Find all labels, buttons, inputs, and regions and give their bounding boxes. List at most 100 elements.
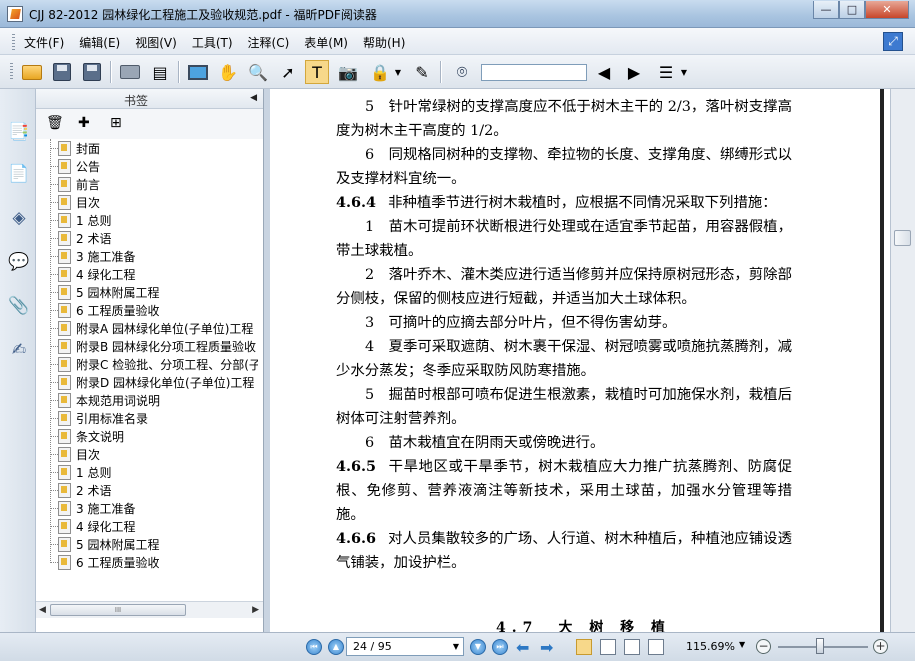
find-next-icon[interactable]: ▶ [622, 60, 646, 84]
go-back-icon[interactable]: ⬅ [516, 638, 529, 657]
toolbar-grip [10, 63, 13, 81]
bookmark-label: 封面 [76, 141, 101, 156]
bookmark-item[interactable]: 3 施工准备 [36, 499, 258, 517]
delete-bookmark-icon[interactable]: 🗑 [46, 115, 64, 131]
text-select-icon[interactable]: T [305, 60, 329, 84]
comments-tab-icon[interactable]: 💬 [8, 251, 30, 273]
go-forward-icon[interactable]: ➡ [540, 638, 553, 657]
bookmark-tree: 封面 公告 前言 目次 1 总则 2 术语 3 施工准备 4 绿化工程 5 园林附属工程 6 工程… [36, 139, 258, 601]
toolbar-separator [440, 61, 441, 83]
panel-horizontal-scrollbar[interactable]: ◀ III ▶ [36, 601, 263, 618]
last-page-icon[interactable]: ⏭ [492, 639, 508, 655]
restore-layout-icon[interactable]: ⤢ [883, 32, 903, 51]
bookmark-item[interactable]: 4 绿化工程 [36, 517, 258, 535]
bookmark-item[interactable]: 2 术语 [36, 481, 258, 499]
vertical-scroll-thumb[interactable] [894, 230, 911, 246]
find-settings-icon[interactable]: ☰ [654, 60, 678, 84]
menu-comment[interactable]: 注释(C) [248, 34, 290, 51]
bookmark-item[interactable]: 附录B 园林绿化分项工程质量验收 [36, 337, 258, 355]
first-page-icon[interactable]: ⏮ [306, 639, 322, 655]
menu-form[interactable]: 表单(M) [304, 34, 348, 51]
bookmark-item[interactable]: 附录C 检验批、分项工程、分部(子 [36, 355, 258, 373]
bookmark-item[interactable]: 3 施工准备 [36, 247, 258, 265]
bookmark-item[interactable]: 附录D 园林绿化单位(子单位)工程 [36, 373, 258, 391]
add-child-bookmark-icon[interactable]: ⊞ [110, 115, 122, 131]
find-dropdown-icon[interactable]: ▼ [678, 60, 690, 84]
menu-edit[interactable]: 编辑(E) [79, 34, 120, 51]
bookmark-item[interactable]: 公告 [36, 157, 258, 175]
bookmark-item[interactable]: 1 总则 [36, 211, 258, 229]
bookmark-icon [58, 230, 71, 246]
page-number-input[interactable]: 24 / 95 ▼ [346, 637, 464, 656]
zoom-in-button[interactable]: + [873, 639, 888, 654]
zoom-dropdown-icon[interactable]: ▼ [739, 640, 745, 649]
sign-icon[interactable]: ✎ [410, 60, 434, 84]
bookmark-item[interactable]: 5 园林附属工程 [36, 283, 258, 301]
continuous-view-icon[interactable] [600, 639, 616, 655]
pages-tab-icon[interactable]: 📄 [8, 163, 30, 185]
document-view[interactable]: 5 针叶常绿树的支撑高度应不低于树木主干的 2/3，落叶树支撑高度为树木主干高度… [270, 89, 890, 632]
snapshot-icon[interactable]: 📷 [336, 60, 360, 84]
page-dropdown-icon[interactable]: ▼ [449, 638, 463, 655]
bookmark-item[interactable]: 2 术语 [36, 229, 258, 247]
scan-icon[interactable]: ▤ [148, 60, 172, 84]
find-icon[interactable]: ⌾ [450, 60, 474, 84]
foxit-app-icon[interactable] [7, 6, 23, 22]
bookmark-item[interactable]: 6 工程质量验收 [36, 553, 258, 571]
bookmark-item[interactable]: 本规范用词说明 [36, 391, 258, 409]
menu-bar: 文件(F) 编辑(E) 视图(V) 工具(T) 注释(C) 表单(M) 帮助(H… [0, 28, 915, 55]
paragraph-text: 5 针叶常绿树的支撑高度应不低于树木主干的 2/3，落叶树支撑高度为树木主干高度… [336, 99, 792, 139]
bookmark-item[interactable]: 6 工程质量验收 [36, 301, 258, 319]
menu-help[interactable]: 帮助(H) [363, 34, 405, 51]
print-icon[interactable] [118, 60, 142, 84]
bookmark-item[interactable]: 1 总则 [36, 463, 258, 481]
close-button[interactable]: ✕ [865, 1, 909, 19]
bookmark-item[interactable]: 前言 [36, 175, 258, 193]
next-page-icon[interactable]: ▼ [470, 639, 486, 655]
layers-tab-icon[interactable]: ◈ [8, 207, 30, 229]
bookmark-item[interactable]: 目次 [36, 445, 258, 463]
bookmark-item[interactable]: 封面 [36, 139, 258, 157]
document-vertical-scrollbar[interactable] [890, 89, 915, 632]
rms-icon[interactable]: 🔒 [368, 60, 392, 84]
minimize-button[interactable]: — [813, 1, 839, 19]
zoom-out-button[interactable]: − [756, 639, 771, 654]
zoom-level[interactable]: 115.69% [686, 640, 735, 653]
select-icon[interactable]: ➚ [276, 60, 300, 84]
hand-icon[interactable]: ✋ [216, 60, 240, 84]
single-page-view-icon[interactable] [576, 639, 592, 655]
bookmark-label: 条文说明 [76, 429, 125, 444]
bookmark-item[interactable]: 4 绿化工程 [36, 265, 258, 283]
scroll-left-icon[interactable]: ◀ [39, 605, 46, 615]
continuous-facing-view-icon[interactable] [648, 639, 664, 655]
bookmark-item[interactable]: 附录A 园林绿化单位(子单位)工程 [36, 319, 258, 337]
bookmark-item[interactable]: 条文说明 [36, 427, 258, 445]
fullscreen-icon[interactable] [186, 60, 210, 84]
open-folder-icon[interactable] [20, 60, 44, 84]
menu-tools[interactable]: 工具(T) [192, 34, 233, 51]
collapse-panel-button[interactable]: ◀ [250, 93, 257, 103]
bookmarks-tab-icon[interactable]: 📑 [8, 121, 30, 143]
scroll-thumb[interactable]: III [50, 604, 186, 616]
save-icon[interactable] [50, 60, 74, 84]
signatures-tab-icon[interactable]: ✍ [8, 339, 30, 361]
maximize-button[interactable]: □ [839, 1, 865, 19]
menu-view[interactable]: 视图(V) [135, 34, 177, 51]
rms-dropdown-icon[interactable]: ▼ [392, 60, 404, 84]
menu-file[interactable]: 文件(F) [24, 34, 64, 51]
bookmark-icon [58, 428, 71, 444]
bookmark-item[interactable]: 5 园林附属工程 [36, 535, 258, 553]
bookmark-item[interactable]: 引用标准名录 [36, 409, 258, 427]
zoom-slider-thumb[interactable] [816, 638, 824, 654]
attachments-tab-icon[interactable]: 📎 [8, 295, 30, 317]
prev-page-icon[interactable]: ▲ [328, 639, 344, 655]
find-prev-icon[interactable]: ◀ [592, 60, 616, 84]
bookmark-item[interactable]: 目次 [36, 193, 258, 211]
bookmark-label: 3 施工准备 [76, 501, 136, 516]
zoom-icon[interactable]: 🔍 [246, 60, 270, 84]
facing-view-icon[interactable] [624, 639, 640, 655]
scroll-right-icon[interactable]: ▶ [252, 605, 259, 615]
find-input[interactable] [481, 64, 587, 81]
save-as-icon[interactable] [80, 60, 104, 84]
add-bookmark-icon[interactable]: ✚ [78, 115, 90, 131]
